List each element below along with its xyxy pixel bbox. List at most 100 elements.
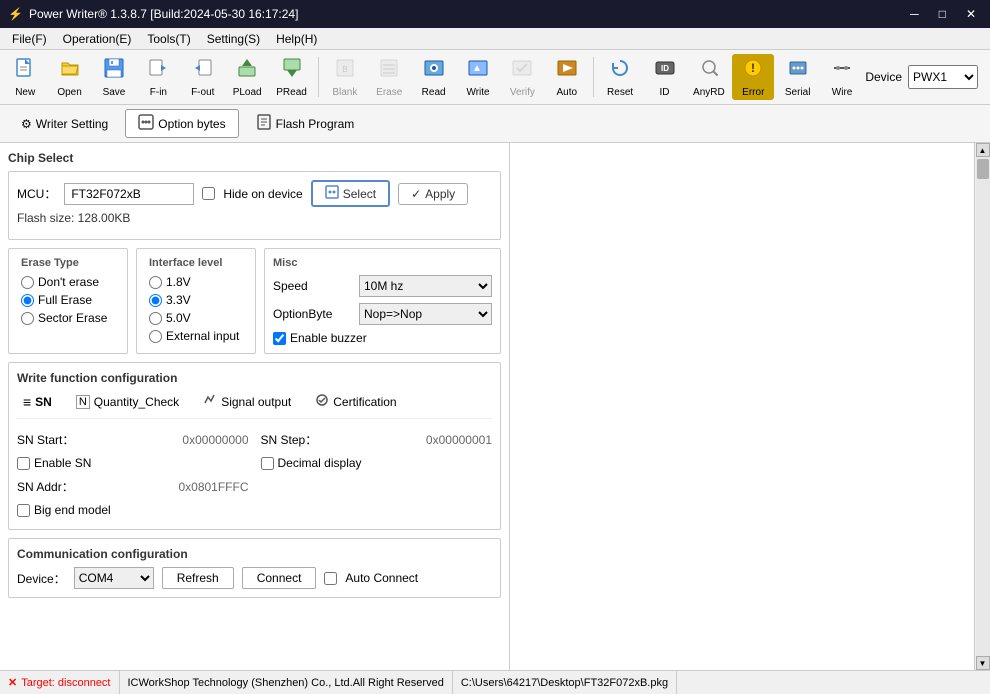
sn-tab[interactable]: ≡ SN bbox=[17, 392, 58, 412]
f-out-label: F-out bbox=[191, 87, 214, 98]
signal-output-tab[interactable]: Signal output bbox=[197, 391, 297, 412]
hide-on-device-checkbox[interactable] bbox=[202, 187, 215, 200]
decimal-display-checkbox[interactable] bbox=[261, 457, 274, 470]
target-status-text: Target: disconnect bbox=[21, 677, 110, 689]
verify-icon bbox=[511, 57, 533, 85]
select-button[interactable]: Select bbox=[311, 180, 390, 207]
maximize-button[interactable]: □ bbox=[933, 5, 952, 23]
full-erase-item: Full Erase bbox=[21, 293, 115, 307]
external-radio[interactable] bbox=[149, 330, 162, 343]
scroll-thumb[interactable] bbox=[977, 159, 989, 179]
auto-icon bbox=[556, 57, 578, 85]
flash-size-text: Flash size: 128.00KB bbox=[17, 211, 492, 225]
title-bar: ⚡ Power Writer® 1.3.8.7 [Build:2024-05-3… bbox=[0, 0, 990, 28]
misc-box: Misc Speed 10M hz 5M hz 1M hz OptionByte… bbox=[264, 248, 501, 354]
id-button[interactable]: ID ID bbox=[643, 54, 685, 100]
v18-radio[interactable] bbox=[149, 276, 162, 289]
svg-text:B: B bbox=[342, 65, 347, 74]
new-button[interactable]: New bbox=[4, 54, 46, 100]
writer-setting-tab[interactable]: ⚙ Writer Setting bbox=[8, 112, 121, 136]
verify-button: Verify bbox=[501, 54, 543, 100]
enable-buzzer-checkbox[interactable] bbox=[273, 332, 286, 345]
gear-icon: ⚙ bbox=[21, 117, 32, 131]
reset-label: Reset bbox=[607, 87, 633, 98]
speed-label: Speed bbox=[273, 279, 353, 293]
certification-tab[interactable]: Certification bbox=[309, 391, 402, 412]
reset-icon bbox=[609, 57, 631, 85]
enable-sn-checkbox[interactable] bbox=[17, 457, 30, 470]
close-button[interactable]: ✕ bbox=[960, 5, 982, 23]
menu-setting[interactable]: Setting(S) bbox=[199, 30, 268, 48]
error-x-icon: ✕ bbox=[8, 676, 17, 689]
write-func-header: ≡ SN N Quantity_Check Signal output bbox=[17, 391, 492, 419]
sn-start-value: 0x00000000 bbox=[182, 433, 248, 447]
v18-label: 1.8V bbox=[166, 275, 191, 289]
write-button[interactable]: Write bbox=[457, 54, 499, 100]
option-bytes-tab[interactable]: Option bytes bbox=[125, 109, 238, 138]
v33-radio[interactable] bbox=[149, 294, 162, 307]
signal-label: Signal output bbox=[221, 395, 291, 409]
anyrd-button[interactable]: AnyRD bbox=[688, 54, 730, 100]
id-icon: ID bbox=[654, 57, 676, 85]
full-erase-radio[interactable] bbox=[21, 294, 34, 307]
writer-setting-label: Writer Setting bbox=[36, 117, 108, 131]
device-section: Device PWX1 PWX2 bbox=[865, 65, 986, 89]
reset-button[interactable]: Reset bbox=[599, 54, 641, 100]
sector-erase-radio[interactable] bbox=[21, 312, 34, 325]
error-button[interactable]: ! Error bbox=[732, 54, 774, 100]
save-button[interactable]: Save bbox=[93, 54, 135, 100]
wire-button[interactable]: Wire bbox=[821, 54, 863, 100]
quantity-label: Quantity_Check bbox=[94, 395, 179, 409]
auto-button[interactable]: Auto bbox=[546, 54, 588, 100]
device-comm-select[interactable]: COM4 COM1 COM2 COM3 bbox=[74, 567, 154, 589]
dont-erase-label: Don't erase bbox=[38, 275, 99, 289]
flash-program-tab[interactable]: Flash Program bbox=[243, 109, 368, 138]
v33-item: 3.3V bbox=[149, 293, 243, 307]
error-icon: ! bbox=[742, 57, 764, 85]
dont-erase-radio[interactable] bbox=[21, 276, 34, 289]
serial-icon bbox=[787, 57, 809, 85]
f-in-button[interactable]: F-in bbox=[137, 54, 179, 100]
scroll-down-button[interactable]: ▼ bbox=[976, 656, 990, 670]
scroll-track bbox=[976, 157, 990, 656]
menu-file[interactable]: File(F) bbox=[4, 30, 55, 48]
toolbar-separator-2 bbox=[593, 57, 594, 97]
filepath-text: C:\Users\64217\Desktop\FT32F072xB.pkg bbox=[461, 677, 668, 689]
open-button[interactable]: Open bbox=[48, 54, 90, 100]
v50-label: 5.0V bbox=[166, 311, 191, 325]
minimize-button[interactable]: ─ bbox=[904, 5, 925, 23]
read-button[interactable]: Read bbox=[412, 54, 454, 100]
chip-row: MCU： Hide on device Select ✓ Apply bbox=[17, 180, 492, 207]
status-target: ✕ Target: disconnect bbox=[0, 671, 120, 694]
speed-row: Speed 10M hz 5M hz 1M hz bbox=[273, 275, 492, 297]
v50-radio[interactable] bbox=[149, 312, 162, 325]
option-byte-select[interactable]: Nop=>Nop Reset=>Nop bbox=[359, 303, 492, 325]
mcu-input[interactable] bbox=[64, 183, 194, 205]
menu-help[interactable]: Help(H) bbox=[268, 30, 325, 48]
device-comm-label: Device： bbox=[17, 570, 66, 587]
status-bar: ✕ Target: disconnect ICWorkShop Technolo… bbox=[0, 670, 990, 694]
pread-button[interactable]: PRead bbox=[270, 54, 312, 100]
apply-label: Apply bbox=[425, 187, 455, 201]
pload-button[interactable]: PLoad bbox=[226, 54, 268, 100]
connect-button[interactable]: Connect bbox=[242, 567, 317, 589]
auto-connect-checkbox[interactable] bbox=[324, 572, 337, 585]
serial-button[interactable]: Serial bbox=[776, 54, 818, 100]
speed-select[interactable]: 10M hz 5M hz 1M hz bbox=[359, 275, 492, 297]
quantity-check-tab[interactable]: N Quantity_Check bbox=[70, 393, 185, 411]
refresh-button[interactable]: Refresh bbox=[162, 567, 234, 589]
blank-label: Blank bbox=[332, 87, 357, 98]
config-row: Erase Type Don't erase Full Erase Sector… bbox=[8, 248, 501, 354]
sn-step-value: 0x00000001 bbox=[426, 433, 492, 447]
scroll-up-button[interactable]: ▲ bbox=[976, 143, 990, 157]
big-end-label: Big end model bbox=[34, 503, 111, 517]
menu-tools[interactable]: Tools(T) bbox=[139, 30, 198, 48]
f-out-button[interactable]: F-out bbox=[182, 54, 224, 100]
left-panel: Chip Select MCU： Hide on device Select ✓… bbox=[0, 143, 510, 670]
menu-operation[interactable]: Operation(E) bbox=[55, 30, 140, 48]
big-end-checkbox[interactable] bbox=[17, 504, 30, 517]
cert-icon bbox=[315, 393, 329, 410]
device-select[interactable]: PWX1 PWX2 bbox=[908, 65, 978, 89]
apply-button[interactable]: ✓ Apply bbox=[398, 183, 468, 205]
status-company: ICWorkShop Technology (Shenzhen) Co., Lt… bbox=[120, 671, 453, 694]
